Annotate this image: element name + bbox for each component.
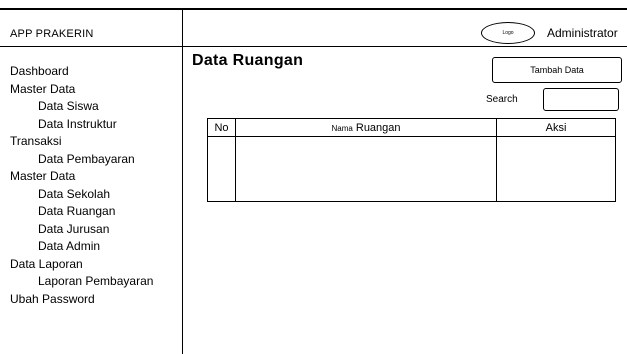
column-header-nama-prefix: Nama bbox=[331, 123, 353, 133]
column-header-nama-label: Ruangan bbox=[355, 121, 401, 134]
column-header-no: No bbox=[207, 118, 236, 137]
column-header-aksi: Aksi bbox=[496, 118, 616, 137]
search-input[interactable] bbox=[543, 88, 619, 111]
sidebar-item-data-sekolah[interactable]: Data Sekolah bbox=[10, 186, 153, 204]
table-cell-nama-ruangan bbox=[235, 136, 497, 202]
sidebar-item-data-siswa[interactable]: Data Siswa bbox=[10, 98, 153, 116]
data-table: No Nama Ruangan Aksi bbox=[207, 118, 616, 202]
header-divider bbox=[0, 46, 627, 47]
sidebar-item-data-instruktur[interactable]: Data Instruktur bbox=[10, 116, 153, 134]
app-title: APP PRAKERIN bbox=[10, 28, 94, 40]
sidebar-divider bbox=[182, 8, 183, 354]
user-name[interactable]: Administrator bbox=[547, 26, 618, 40]
add-data-button[interactable]: Tambah Data bbox=[492, 57, 622, 83]
sidebar-item-dashboard[interactable]: Dashboard bbox=[10, 63, 153, 81]
sidebar-item-data-laporan[interactable]: Data Laporan bbox=[10, 256, 153, 274]
sidebar-item-ubah-password[interactable]: Ubah Password bbox=[10, 291, 153, 309]
sidebar-item-data-admin[interactable]: Data Admin bbox=[10, 238, 153, 256]
sidebar-item-data-pembayaran[interactable]: Data Pembayaran bbox=[10, 151, 153, 169]
table-cell-no bbox=[207, 136, 236, 202]
sidebar-nav: Dashboard Master Data Data Siswa Data In… bbox=[10, 63, 153, 308]
table-row bbox=[207, 136, 616, 202]
page-title: Data Ruangan bbox=[192, 52, 304, 69]
sidebar-item-master-data[interactable]: Master Data bbox=[10, 81, 153, 99]
table-header-row: No Nama Ruangan Aksi bbox=[207, 118, 616, 137]
sidebar-item-master-data-2[interactable]: Master Data bbox=[10, 168, 153, 186]
top-border bbox=[0, 8, 627, 10]
sidebar-item-transaksi[interactable]: Transaksi bbox=[10, 133, 153, 151]
sidebar-item-data-ruangan[interactable]: Data Ruangan bbox=[10, 203, 153, 221]
logo: Logo bbox=[481, 22, 535, 44]
sidebar-item-data-jurusan[interactable]: Data Jurusan bbox=[10, 221, 153, 239]
search-label: Search bbox=[486, 94, 518, 105]
sidebar-item-laporan-pembayaran[interactable]: Laporan Pembayaran bbox=[10, 273, 153, 291]
column-header-nama-ruangan: Nama Ruangan bbox=[235, 118, 497, 137]
table-cell-aksi bbox=[496, 136, 616, 202]
